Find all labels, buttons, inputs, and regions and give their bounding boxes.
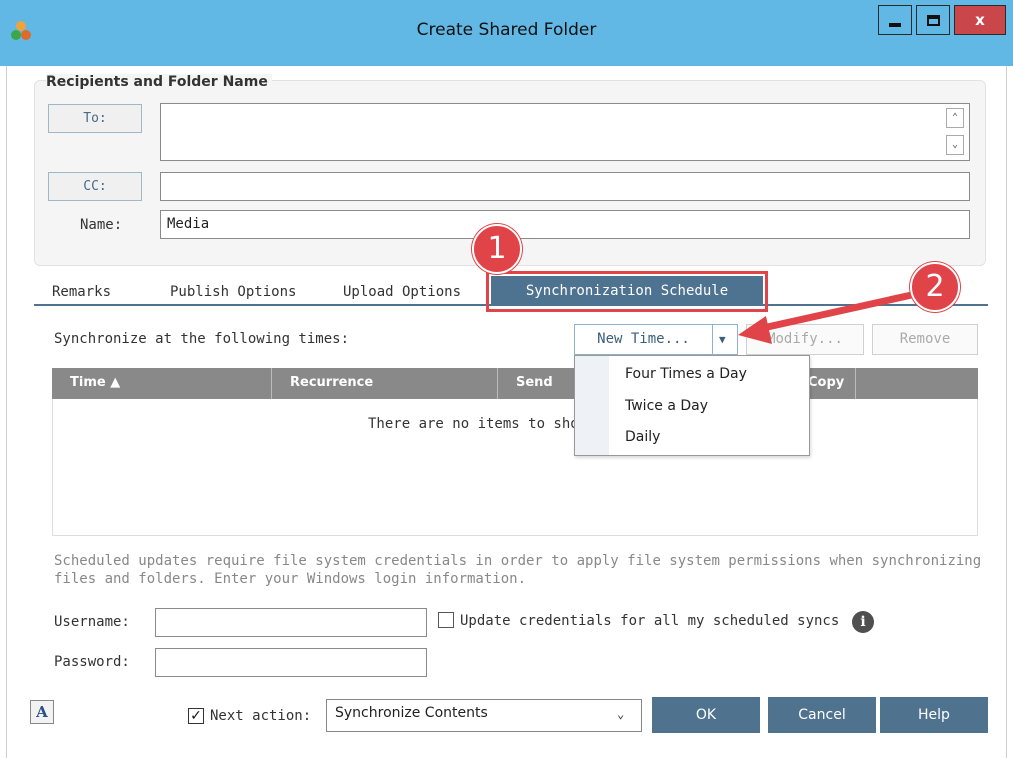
- annotation-arrow: [738, 290, 920, 344]
- tab-remarks[interactable]: Remarks: [52, 284, 111, 300]
- chevron-down-icon: ⌄: [617, 707, 625, 721]
- annotation-badge-2: 2: [910, 262, 960, 312]
- username-label: Username:: [54, 614, 130, 630]
- update-credentials-checkbox[interactable]: [438, 612, 454, 628]
- maximize-button[interactable]: [916, 5, 950, 35]
- annotation-badge-1: 1: [472, 224, 522, 274]
- cancel-button[interactable]: Cancel: [768, 697, 876, 733]
- tab-upload-options[interactable]: Upload Options: [343, 284, 461, 300]
- minimize-icon: [889, 23, 901, 27]
- password-label: Password:: [54, 654, 130, 670]
- tab-publish-options[interactable]: Publish Options: [170, 284, 296, 300]
- cc-button[interactable]: CC:: [48, 172, 142, 201]
- sync-times-label: Synchronize at the following times:: [54, 331, 350, 347]
- column-divider[interactable]: [271, 368, 272, 399]
- next-action-label[interactable]: Next action:: [210, 708, 311, 724]
- update-credentials-label[interactable]: Update credentials for all my scheduled …: [460, 613, 839, 629]
- ok-button[interactable]: OK: [652, 697, 760, 733]
- recipients-group-title: Recipients and Folder Name: [46, 74, 272, 90]
- name-label: Name:: [80, 217, 123, 233]
- scroll-up-icon[interactable]: ⌃: [946, 108, 964, 128]
- next-action-checkbox[interactable]: ✓: [188, 708, 204, 724]
- maximize-icon: [926, 14, 940, 26]
- scroll-down-icon[interactable]: ⌄: [946, 135, 964, 155]
- empty-table-message: There are no items to show.: [368, 416, 596, 432]
- to-field[interactable]: [160, 103, 970, 161]
- next-action-value: Synchronize Contents: [335, 705, 488, 721]
- column-header-send[interactable]: Send: [516, 375, 553, 390]
- close-button[interactable]: x: [954, 5, 1006, 35]
- column-divider[interactable]: [497, 368, 498, 399]
- minimize-button[interactable]: [878, 5, 912, 35]
- new-time-menu: Four Times a Day Twice a Day Daily: [574, 355, 810, 456]
- credentials-note: Scheduled updates require file system cr…: [54, 553, 982, 587]
- column-divider[interactable]: [855, 368, 856, 399]
- help-button[interactable]: Help: [880, 697, 988, 733]
- name-field[interactable]: Media: [160, 210, 970, 239]
- info-icon[interactable]: i: [852, 611, 874, 633]
- menu-item-four-times-a-day[interactable]: Four Times a Day: [625, 366, 747, 382]
- password-input[interactable]: [155, 648, 427, 677]
- menu-item-daily[interactable]: Daily: [625, 429, 660, 445]
- close-icon: x: [975, 11, 985, 29]
- username-input[interactable]: [155, 608, 427, 637]
- spell-check-icon[interactable]: A: [30, 700, 54, 724]
- next-action-select[interactable]: Synchronize Contents ⌄: [326, 699, 642, 732]
- menu-item-twice-a-day[interactable]: Twice a Day: [625, 398, 708, 414]
- new-time-label[interactable]: New Time...: [575, 325, 713, 354]
- column-header-time[interactable]: Time ▲: [70, 375, 120, 390]
- to-button[interactable]: To:: [48, 104, 142, 133]
- cc-field[interactable]: [160, 172, 970, 201]
- menu-gutter: [575, 356, 609, 455]
- column-header-copy[interactable]: Copy: [808, 375, 844, 390]
- column-header-recurrence[interactable]: Recurrence: [290, 375, 373, 390]
- window-title: Create Shared Folder: [416, 20, 597, 40]
- new-time-split-button[interactable]: New Time... ▼: [574, 324, 738, 355]
